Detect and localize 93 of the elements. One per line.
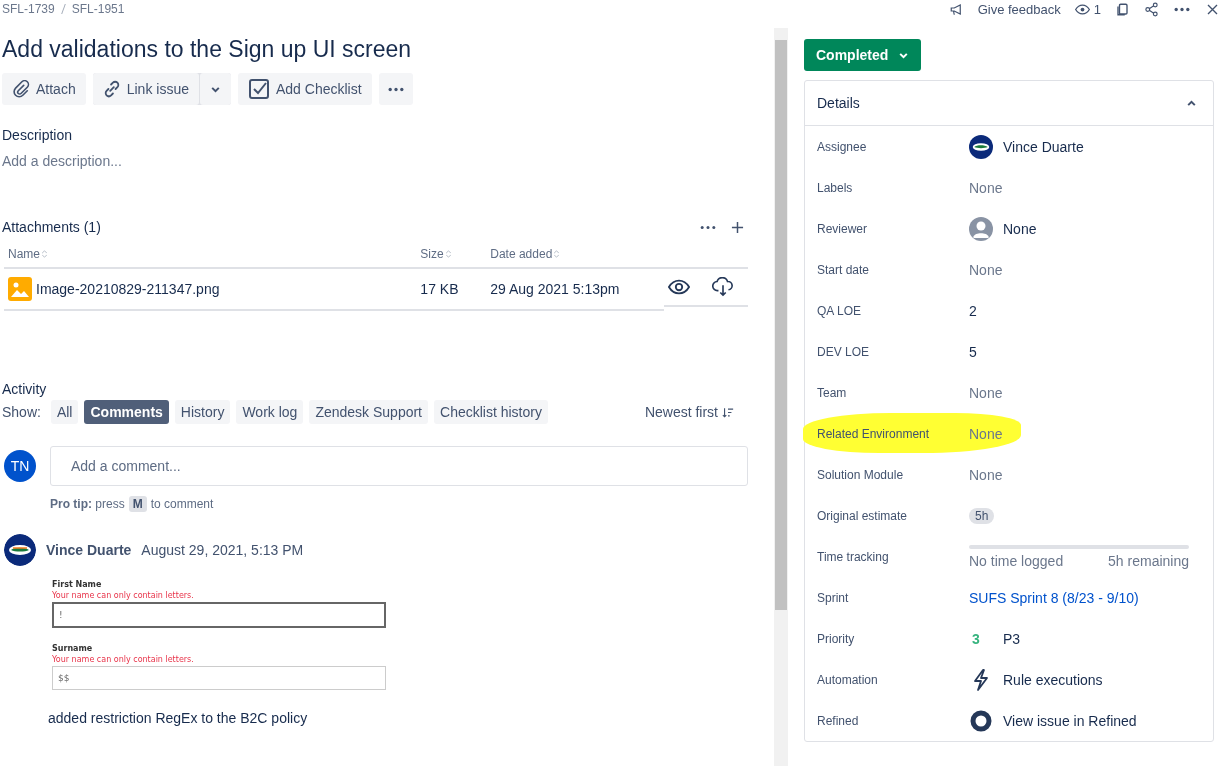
field-label: Priority	[817, 631, 856, 646]
section-heading: Activity	[2, 381, 48, 397]
file-name[interactable]: Image-20210829-211347.png	[36, 281, 220, 297]
file-size: 17 KB	[420, 281, 459, 297]
time-logged: No time logged	[969, 552, 1064, 569]
gator-logo-avatar	[4, 534, 36, 566]
filter-tab[interactable]: History	[174, 400, 231, 424]
field-label: Solution Module	[817, 467, 905, 482]
give-feedback-link[interactable]: Give feedback	[977, 1, 1061, 17]
copy-icon[interactable]	[1115, 1, 1130, 17]
pro-tip-text: Pro tip: press	[50, 497, 125, 511]
field-label: Labels	[817, 180, 854, 195]
priority-icon: 3	[969, 630, 983, 647]
date-added: 29 Aug 2021 5:13pm	[490, 281, 620, 297]
field-label: Related Environment	[817, 426, 931, 441]
field-value[interactable]: None	[969, 179, 1003, 196]
more-icon[interactable]	[699, 224, 717, 230]
breadcrumb-link[interactable]: SFL-1739	[2, 2, 55, 16]
section-heading: Attachments (1)	[2, 219, 102, 235]
rule-executions-link[interactable]: Rule executions	[1003, 671, 1103, 688]
field-value[interactable]: None	[969, 261, 1003, 278]
time-remaining: 5h remaining	[1108, 552, 1189, 569]
gator-logo-avatar	[969, 134, 993, 159]
watcher-count[interactable]: 1	[1093, 1, 1101, 17]
filter-tab[interactable]: Checklist history	[434, 400, 548, 424]
show-label: Show:	[2, 404, 41, 420]
more-icon	[386, 86, 405, 92]
field-value[interactable]: 5	[969, 343, 977, 360]
attach-button[interactable]: Attach	[2, 73, 86, 105]
field-value[interactable]: None	[969, 384, 1003, 401]
field-label: Refined	[817, 713, 860, 728]
issue-title: Add validations to the Sign up UI screen	[2, 36, 413, 63]
share-icon[interactable]	[1144, 1, 1159, 17]
breadcrumb-link[interactable]: SFL-1951	[71, 2, 125, 16]
field-value[interactable]: None	[969, 425, 1003, 442]
sort-order-icon	[722, 406, 734, 418]
error-message: Your name can only contain letters.	[52, 655, 195, 664]
add-checklist-button[interactable]: Add Checklist	[237, 73, 372, 105]
scrollbar[interactable]	[774, 28, 788, 766]
filter-tab[interactable]: Zendesk Support	[309, 400, 428, 424]
status-button[interactable]: Completed	[804, 39, 922, 71]
filter-tab[interactable]: Comments	[84, 400, 169, 424]
field-value[interactable]: Vince Duarte	[1003, 138, 1084, 155]
eye-icon[interactable]	[668, 277, 690, 297]
more-icon[interactable]	[1173, 6, 1191, 12]
field-label: Automation	[817, 672, 879, 687]
sprint-link[interactable]: SUFS Sprint 8 (8/23 - 9/10)	[969, 589, 1139, 606]
paperclip-icon	[12, 80, 30, 98]
plus-icon[interactable]	[731, 220, 744, 234]
field-value[interactable]: None	[969, 466, 1003, 483]
comment-field[interactable]: Add a comment...	[50, 446, 748, 486]
column-header[interactable]: Date added	[490, 247, 553, 261]
field-label: QA LOE	[817, 303, 863, 318]
link-issue-button[interactable]: Link issue	[92, 73, 199, 105]
panel-title: Details	[817, 95, 860, 111]
sort-button[interactable]: Newest first	[638, 403, 740, 421]
eye-icon[interactable]	[1074, 1, 1090, 17]
form-field-label: Surname	[52, 644, 94, 653]
filter-tab[interactable]: Work log	[236, 400, 304, 424]
image-file-icon	[8, 277, 32, 301]
estimate-badge[interactable]: 5h	[969, 507, 995, 524]
field-label: Time tracking	[817, 549, 890, 564]
field-label: DEV LOE	[817, 344, 871, 359]
error-message: Your name can only contain letters.	[52, 591, 195, 600]
field-label: Team	[817, 385, 848, 400]
field-label: Original estimate	[817, 508, 909, 523]
user-avatar: TN	[4, 450, 36, 482]
megaphone-icon	[948, 1, 964, 17]
field-label: Reviewer	[817, 221, 868, 236]
refined-link[interactable]: View issue in Refined	[1003, 712, 1137, 729]
column-header[interactable]: Name	[8, 247, 40, 261]
ring-icon	[969, 708, 993, 733]
cloud-download-icon[interactable]	[712, 277, 734, 297]
pro-tip-text: to comment	[150, 497, 214, 511]
filter-tab[interactable]: All	[50, 400, 79, 424]
form-field-label: First Name	[52, 580, 103, 589]
time-tracking-bar[interactable]	[969, 544, 1189, 549]
column-header[interactable]: Size	[420, 247, 444, 261]
field-value[interactable]: 2	[969, 302, 977, 319]
section-heading: Description	[2, 127, 74, 143]
checkbox-icon	[247, 78, 270, 100]
field-value[interactable]: P3	[1003, 630, 1021, 647]
field-label: Assignee	[817, 139, 868, 154]
keyboard-key: M	[128, 496, 147, 512]
comment-date: August 29, 2021, 5:13 PM	[141, 542, 304, 558]
link-icon	[102, 80, 121, 98]
details-header[interactable]: Details	[805, 81, 1213, 126]
field-label: Start date	[817, 262, 871, 277]
comment-text: added restriction RegEx to the B2C policy	[48, 710, 309, 726]
field-value[interactable]: None	[1003, 220, 1037, 237]
field-label: Sprint	[817, 590, 850, 605]
person-avatar-icon	[969, 216, 993, 241]
comment-author[interactable]: Vince Duarte	[46, 542, 132, 558]
